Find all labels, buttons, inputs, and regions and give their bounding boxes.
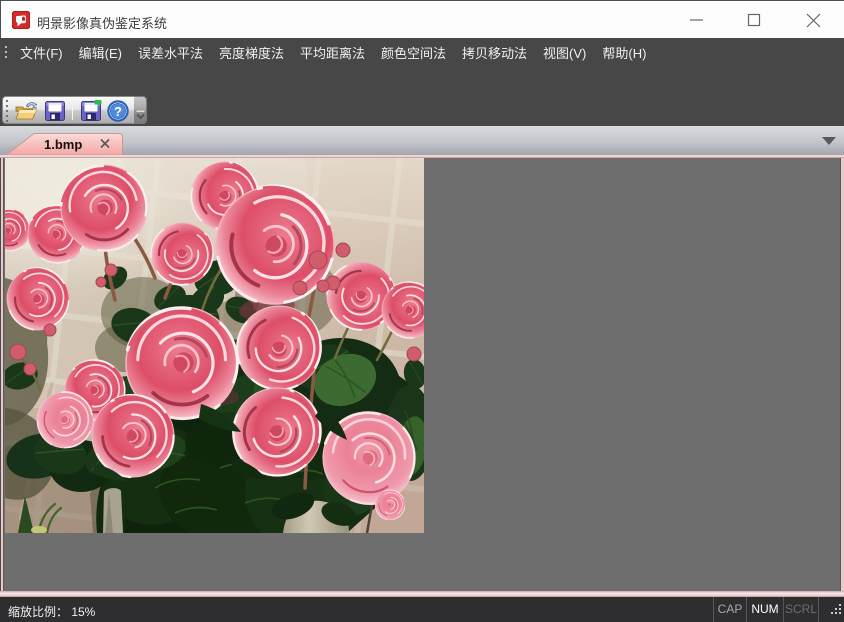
svg-text:?: ? <box>114 104 122 119</box>
svg-text:1.bmp: 1.bmp <box>44 137 82 152</box>
